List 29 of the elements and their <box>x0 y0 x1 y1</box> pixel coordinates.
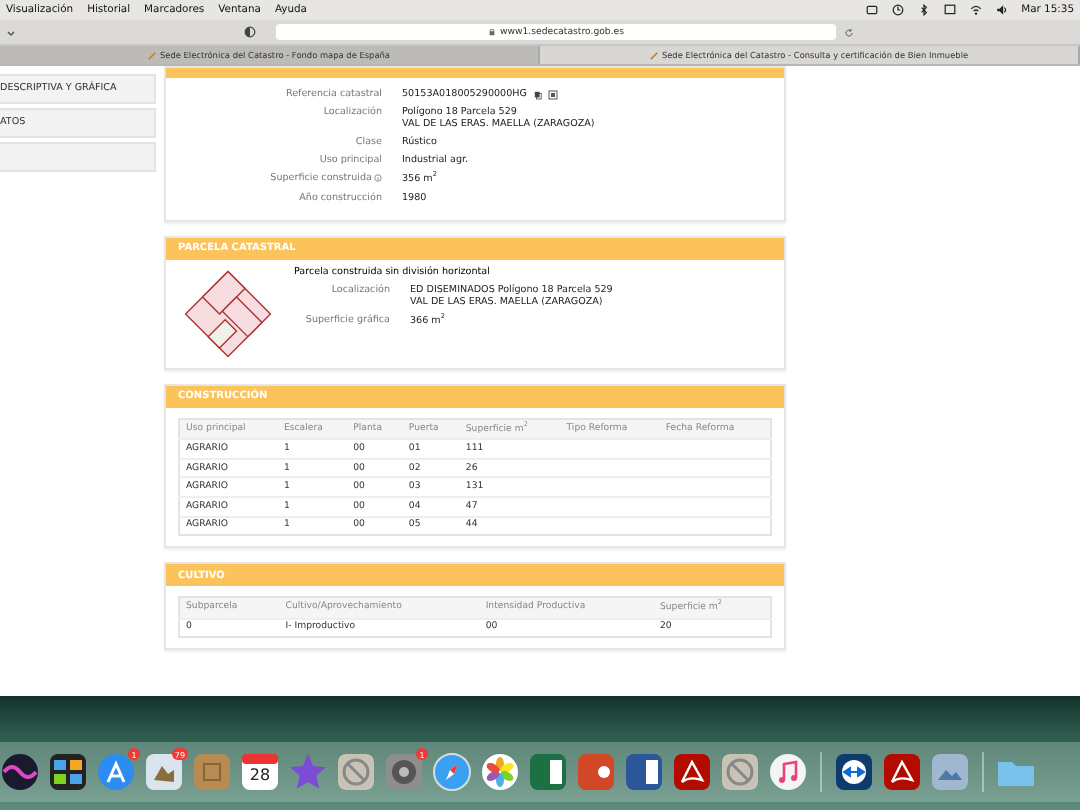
presentation-icon[interactable] <box>576 752 616 792</box>
qr-code-icon <box>547 90 557 100</box>
compass-icon[interactable] <box>432 752 472 792</box>
pdf-icon[interactable] <box>672 752 712 792</box>
info-icon <box>374 174 382 182</box>
siri-icon[interactable] <box>0 752 40 792</box>
wifi-icon <box>969 4 982 16</box>
star-icon[interactable] <box>288 752 328 792</box>
pdf-icon[interactable] <box>882 752 922 792</box>
status-icon <box>865 4 878 16</box>
tab-favicon-icon <box>147 51 156 59</box>
reload-icon <box>844 27 854 37</box>
windows-icon[interactable] <box>48 752 88 792</box>
copy-icon <box>533 90 541 100</box>
display-icon <box>943 4 956 16</box>
volume-icon <box>995 4 1008 16</box>
lock-icon <box>487 28 496 36</box>
music-note-icon[interactable] <box>768 752 808 792</box>
chevron-down-icon <box>6 27 16 37</box>
tab-favicon-icon <box>649 51 658 59</box>
clock-icon <box>891 4 904 16</box>
flower-icon[interactable] <box>480 752 520 792</box>
spreadsheet-icon[interactable] <box>528 752 568 792</box>
shield-icon <box>244 26 256 38</box>
calendar-icon[interactable]: 28 <box>240 752 280 792</box>
calendar-date: 28 <box>247 766 273 784</box>
bluetooth-icon <box>917 4 930 16</box>
document-icon[interactable] <box>624 752 664 792</box>
arrows-icon[interactable] <box>834 752 874 792</box>
